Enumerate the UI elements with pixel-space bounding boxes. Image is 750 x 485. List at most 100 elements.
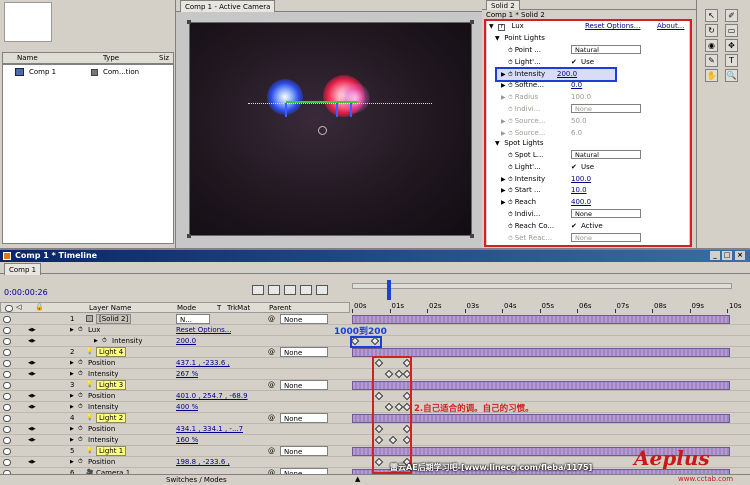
layer-name[interactable]: Light 2 <box>96 413 127 423</box>
dropdown[interactable]: None <box>571 209 641 218</box>
pan-behind-tool-icon[interactable]: ✥ <box>725 39 738 52</box>
stopwatch-icon[interactable]: ⏱ <box>508 71 513 78</box>
layer-name[interactable]: Light 3 <box>96 380 127 390</box>
comp-canvas[interactable] <box>189 22 472 236</box>
frame-blend-icon[interactable] <box>284 285 296 295</box>
layer-name[interactable]: Light 1 <box>96 446 127 456</box>
stopwatch-icon[interactable]: ⏱ <box>78 424 83 434</box>
spot_lights-row[interactable]: ⏱ Set Reac... None <box>501 232 687 245</box>
comp-handle-tr[interactable] <box>470 20 474 24</box>
mode-header[interactable]: Mode <box>177 304 196 312</box>
stopwatch-icon[interactable]: ⏱ <box>78 402 83 412</box>
visibility-eye-icon[interactable] <box>3 337 11 345</box>
col-type[interactable]: Type <box>103 54 119 62</box>
stopwatch-icon[interactable]: ⏱ <box>508 152 513 159</box>
dropdown[interactable]: None <box>571 104 641 113</box>
mode-dropdown[interactable]: N... <box>176 314 210 324</box>
project-item-comp1[interactable]: Comp 1 Com...tion <box>3 67 173 78</box>
scrub-value[interactable]: 100.0 <box>571 174 591 186</box>
scrub-value[interactable]: 200.0 <box>557 69 577 81</box>
graph-icon[interactable] <box>316 285 328 295</box>
visibility-eye-icon[interactable] <box>3 326 11 334</box>
rotation-tool-icon[interactable]: ↻ <box>705 24 718 37</box>
point_lights-row[interactable]: ▶ ⏱ Radius 100.0 <box>501 92 687 104</box>
scrub-value[interactable]: 6.0 <box>571 128 582 140</box>
twirl-open-icon[interactable]: ▼ <box>495 33 502 45</box>
stopwatch-icon[interactable]: ⏱ <box>508 199 513 206</box>
point_lights-row[interactable]: ▶ ⏱ Softne... 0.0 <box>501 80 687 92</box>
hand-tool-icon[interactable]: ✋ <box>705 69 718 82</box>
shy-layers-icon[interactable] <box>268 285 280 295</box>
stopwatch-icon[interactable]: ⏱ <box>78 457 83 467</box>
comp-handle-tl[interactable] <box>187 20 191 24</box>
scrub-value[interactable]: 50.0 <box>571 116 587 128</box>
property-value[interactable]: 160 % <box>176 435 198 445</box>
motion-blur-icon[interactable] <box>300 285 312 295</box>
current-time-indicator[interactable] <box>387 280 391 300</box>
reset-options-link[interactable]: Reset Options... <box>585 21 640 33</box>
stopwatch-icon[interactable]: ⏱ <box>508 235 513 242</box>
property-value[interactable]: 198.8 , -233.6 , <box>176 457 230 467</box>
dropdown[interactable]: Natural <box>571 150 641 159</box>
maximize-button[interactable]: □ <box>722 251 732 260</box>
timecode-display[interactable]: 0:00:00:26 <box>4 288 48 297</box>
keyframe-nav-icon[interactable]: ◀▶ <box>28 358 36 368</box>
parent-dropdown[interactable]: None <box>280 380 328 390</box>
visibility-eye-icon[interactable] <box>3 436 11 444</box>
parent-dropdown[interactable]: None <box>280 446 328 456</box>
keyframe-nav-icon[interactable]: ◀▶ <box>28 424 36 434</box>
twirl-closed-icon[interactable]: ▶ <box>70 391 74 401</box>
twirl-closed-icon[interactable]: ▶ <box>501 174 508 186</box>
camera-orbit-tool-icon[interactable]: ◉ <box>705 39 718 52</box>
twirl-closed-icon[interactable]: ▶ <box>70 325 74 335</box>
stopwatch-icon[interactable]: ⏱ <box>508 94 513 101</box>
zoom-tool-icon[interactable]: 🔍 <box>725 69 738 82</box>
checkbox-icon[interactable]: ✔ <box>571 57 577 69</box>
brush-tool-icon[interactable]: ✐ <box>725 9 738 22</box>
checkbox-icon[interactable]: ✔ <box>571 221 577 233</box>
stopwatch-icon[interactable]: ⏱ <box>102 336 107 346</box>
visibility-eye-icon[interactable] <box>3 392 11 400</box>
stopwatch-icon[interactable]: ⏱ <box>508 106 513 113</box>
keyframe-nav-icon[interactable]: ◀▶ <box>28 336 36 346</box>
pickwhip-icon[interactable]: @ <box>268 446 275 456</box>
keyframe-nav-icon[interactable]: ◀▶ <box>28 391 36 401</box>
stopwatch-icon[interactable]: ⏱ <box>508 187 513 194</box>
point-lights-group[interactable]: ▼ Point Lights <box>495 33 545 45</box>
twirl-closed-icon[interactable]: ▶ <box>501 185 508 197</box>
stopwatch-icon[interactable]: ⏱ <box>508 164 513 171</box>
zoom-out-icon[interactable]: ▲ <box>355 475 360 483</box>
time-ruler[interactable]: 00s 01s 02s 03s 04s 05s 06s 07s 08s 09s 10s <box>352 302 742 313</box>
spot_lights-row[interactable]: ▶ ⏱ Start ... 10.0 <box>501 185 687 197</box>
visibility-eye-icon[interactable] <box>3 359 11 367</box>
text-tool-icon[interactable]: T <box>725 54 738 67</box>
visibility-eye-icon[interactable] <box>3 370 11 378</box>
dropdown[interactable]: None <box>571 232 641 242</box>
reset-options-link[interactable]: Reset Options... <box>176 325 231 335</box>
stopwatch-icon[interactable]: ⏱ <box>508 130 513 137</box>
visibility-eye-icon[interactable] <box>3 425 11 433</box>
layer-name[interactable]: [Solid 2] <box>96 314 132 324</box>
dropdown[interactable]: Natural <box>571 45 641 54</box>
pickwhip-icon[interactable]: @ <box>268 413 275 423</box>
selection-tool-icon[interactable]: ↖ <box>705 9 718 22</box>
close-button[interactable]: × <box>735 251 745 260</box>
stopwatch-icon[interactable]: ⏱ <box>508 223 513 230</box>
stopwatch-icon[interactable]: ⏱ <box>78 435 83 445</box>
checkbox-icon[interactable]: ✔ <box>571 162 577 174</box>
spot-lights-group[interactable]: ▼ Spot Lights <box>495 138 544 150</box>
comp-handle-bl[interactable] <box>187 234 191 238</box>
stopwatch-icon[interactable]: ⏱ <box>78 391 83 401</box>
scrub-value[interactable]: 0.0 <box>571 80 582 92</box>
work-area-bar[interactable] <box>352 283 732 289</box>
trkmat-header[interactable]: TrkMat <box>227 304 250 312</box>
property-value[interactable]: 401.0 , 254.7 , -68.9 <box>176 391 248 401</box>
visibility-eye-icon[interactable] <box>3 315 11 323</box>
twirl-closed-icon[interactable]: ▶ <box>501 197 508 209</box>
stopwatch-icon[interactable]: ⏱ <box>78 325 83 335</box>
property-value[interactable]: 400 % <box>176 402 198 412</box>
col-size[interactable]: Siz <box>159 54 169 62</box>
property-value[interactable]: 267 % <box>176 369 198 379</box>
spot_lights-row[interactable]: ▶ ⏱ Reach 400.0 <box>501 197 687 209</box>
twirl-closed-icon[interactable]: ▶ <box>501 80 508 92</box>
